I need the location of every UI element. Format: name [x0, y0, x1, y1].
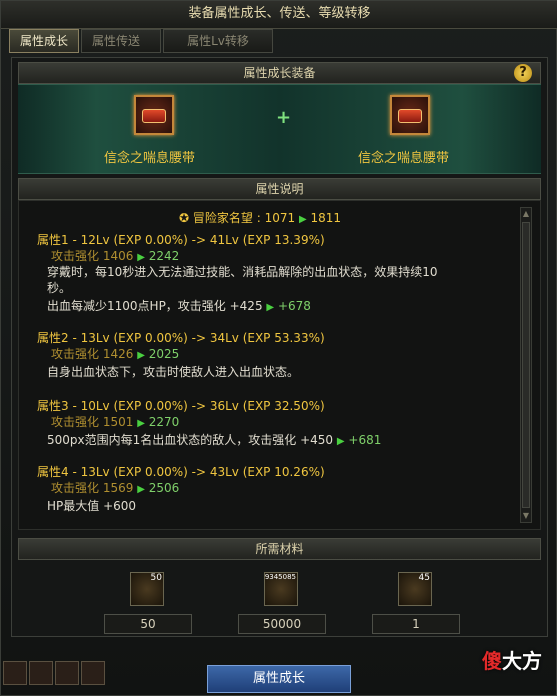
attr3-stat-to: 2270 [148, 415, 180, 429]
quickslot-3-icon[interactable] [55, 661, 79, 685]
attr1-stat: 攻击强化 1406 ▶ 2242 [51, 247, 179, 264]
reputation-label: 冒险家名望 : 1071 [192, 211, 296, 225]
reputation-line: ✪ 冒险家名望 : 1071 ▶ 1811 [179, 209, 341, 226]
attr3-extra-from: 500px范围内每1名出血状态的敌人，攻击强化 +450 [47, 433, 334, 447]
material-2-badge: 9345085 [264, 573, 296, 581]
attr2-title: 属性2 - 13Lv (EXP 0.00%) -> 34Lv (EXP 53.3… [37, 331, 325, 345]
arrow-right-icon: ▶ [336, 436, 345, 447]
main-panel: 属性成长装备 ? 信念之喘息腰带 + 信念之喘息腰带 属性说明 ✪ 冒险家名望 … [11, 57, 548, 637]
attr1-extra-to: +678 [277, 299, 311, 313]
materials-section-header: 所需材料 [18, 538, 541, 560]
attr3-extra: 500px范围内每1名出血状态的敌人，攻击强化 +450 ▶ +681 [47, 431, 381, 448]
quickbar [3, 661, 105, 685]
burst-orb-icon[interactable]: 45 [398, 572, 432, 606]
desc-section-header: 属性说明 [18, 178, 541, 200]
arrow-right-icon: ▶ [266, 302, 275, 313]
quickslot-4-icon[interactable] [81, 661, 105, 685]
materials-area: 50 50 9345085 50000 45 1 [18, 564, 541, 658]
attr2-desc: 自身出血状态下，攻击时使敌人进入出血状态。 [47, 365, 300, 379]
watermark-part-2: 大方 [502, 649, 542, 673]
target-equip-name: 信念之喘息腰带 [358, 151, 450, 166]
material-2-count: 50000 [238, 614, 326, 634]
arrow-right-icon: ▶ [137, 252, 145, 263]
arrow-right-icon: ▶ [137, 418, 145, 429]
tab-attribute-growth[interactable]: 属性成长 [9, 29, 80, 53]
attr4-stat: 攻击强化 1569 ▶ 2506 [51, 479, 179, 496]
material-3-badge: 45 [418, 573, 430, 583]
attr1-extra-from: 出血每减少1100点HP，攻击强化 +425 [47, 299, 263, 313]
attr4-title: 属性4 - 13Lv (EXP 0.00%) -> 43Lv (EXP 10.2… [37, 465, 325, 479]
arrow-right-icon: ▶ [137, 350, 145, 361]
attr1-extra: 出血每减少1100点HP，攻击强化 +425 ▶ +678 [47, 297, 311, 314]
equip-section-title: 属性成长装备 [243, 66, 316, 80]
attr1-stat-to: 2242 [148, 249, 180, 263]
target-equip-slot[interactable] [390, 95, 430, 135]
attr1-desc-2: 秒。 [47, 281, 72, 295]
equipment-growth-window: 装备属性成长、传送、等级转移 属性成长 属性传送 属性Lv转移 属性成长装备 ?… [0, 0, 557, 696]
attr1-desc-1: 穿戴时，每10秒进入无法通过技能、消耗品解除的出血状态，效果持续10 [47, 265, 438, 279]
source-equip-name: 信念之喘息腰带 [104, 151, 196, 166]
quickslot-1-icon[interactable] [3, 661, 27, 685]
attr4-extra: HP最大值 +600 [47, 499, 137, 513]
material-1-badge: 50 [150, 573, 162, 583]
desc-scrollbar[interactable]: ▲ ▼ [520, 207, 532, 523]
gold-bar-icon[interactable]: 50 [130, 572, 164, 606]
reputation-icon: ✪ [179, 211, 190, 225]
attr2-stat-to: 2025 [148, 347, 180, 361]
attr2-stat-from: 攻击强化 1426 [51, 347, 134, 361]
watermark-part-1: 傻 [482, 649, 502, 673]
belt-icon [142, 109, 166, 123]
attr3-stat: 攻击强化 1501 ▶ 2270 [51, 413, 179, 430]
attr4-stat-to: 2506 [148, 481, 180, 495]
belt-icon [398, 109, 422, 123]
material-3-count: 1 [372, 614, 460, 634]
plus-icon: + [276, 107, 292, 128]
attribute-description-area: ✪ 冒险家名望 : 1071 ▶ 1811 属性1 - 12Lv (EXP 0.… [18, 200, 541, 530]
attr3-title: 属性3 - 10Lv (EXP 0.00%) -> 36Lv (EXP 32.5… [37, 399, 325, 413]
source-equip-slot[interactable] [134, 95, 174, 135]
tab-bar: 属性成长 属性传送 属性Lv转移 [9, 29, 274, 53]
gold-coins-icon[interactable]: 9345085 [264, 572, 298, 606]
attr2-stat: 攻击强化 1426 ▶ 2025 [51, 345, 179, 362]
window-title: 装备属性成长、传送、等级转移 [1, 1, 557, 29]
material-1-count: 50 [104, 614, 192, 634]
arrow-right-icon: ▶ [298, 214, 307, 225]
attr4-stat-from: 攻击强化 1569 [51, 481, 134, 495]
tab-attribute-transfer[interactable]: 属性传送 [81, 29, 162, 53]
tab-attribute-level-transfer[interactable]: 属性Lv转移 [163, 29, 274, 53]
attr3-extra-to: +681 [348, 433, 382, 447]
attr1-stat-from: 攻击强化 1406 [51, 249, 134, 263]
attr3-stat-from: 攻击强化 1501 [51, 415, 134, 429]
scroll-thumb[interactable] [522, 222, 530, 508]
scroll-down-icon[interactable]: ▼ [522, 511, 530, 521]
equip-section-header: 属性成长装备 ? [18, 62, 541, 84]
watermark: 傻大方 [482, 645, 542, 674]
attribute-growth-button[interactable]: 属性成长 [207, 665, 351, 693]
quickslot-2-icon[interactable] [29, 661, 53, 685]
scroll-up-icon[interactable]: ▲ [522, 209, 530, 219]
attr1-title: 属性1 - 12Lv (EXP 0.00%) -> 41Lv (EXP 13.3… [37, 233, 325, 247]
help-icon[interactable]: ? [514, 64, 532, 82]
reputation-to: 1811 [310, 211, 342, 225]
arrow-right-icon: ▶ [137, 484, 145, 495]
equip-band: 信念之喘息腰带 + 信念之喘息腰带 [18, 84, 541, 174]
